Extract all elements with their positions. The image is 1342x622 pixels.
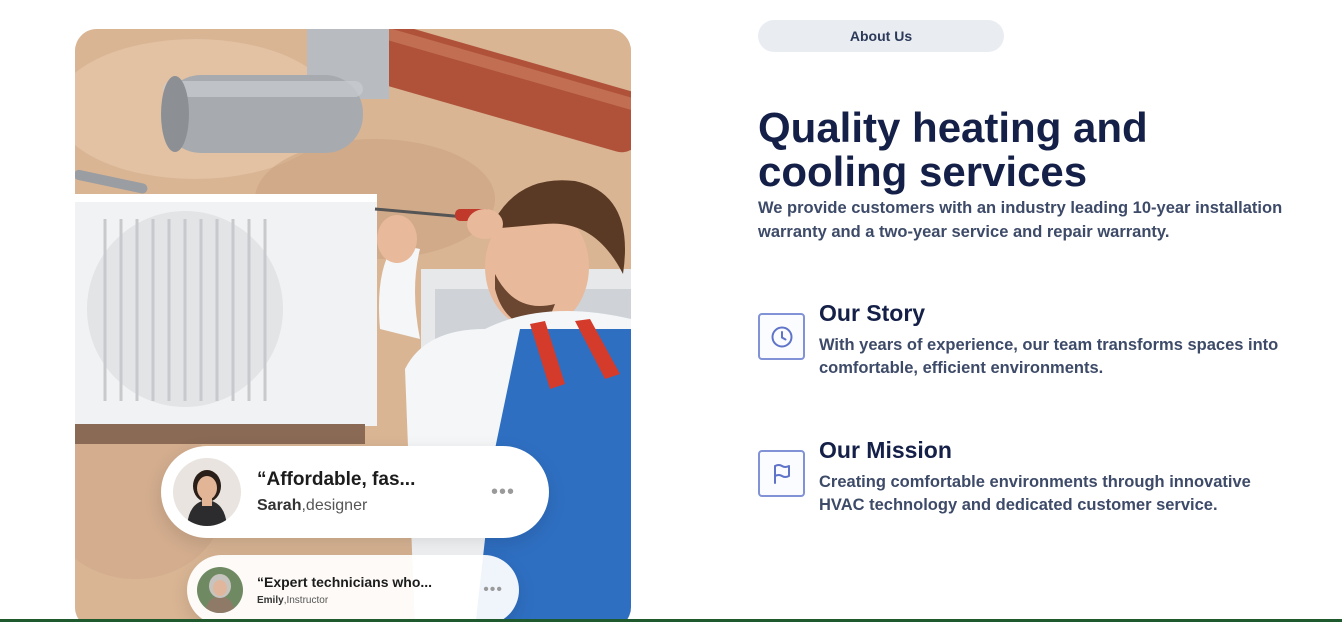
sarah-avatar-illustration	[173, 458, 241, 526]
flag-icon	[758, 450, 805, 497]
testimonial-quote: “Affordable, fas...	[257, 469, 416, 490]
about-us-badge: About Us	[758, 20, 1004, 52]
avatar	[173, 458, 241, 526]
feature-title: Our Mission	[819, 437, 952, 463]
testimonial-author: Sarah,designer	[257, 497, 368, 514]
more-options-icon[interactable]: •••	[483, 581, 503, 599]
testimonial-quote: “Expert technicians who...	[257, 574, 433, 590]
intro-description: We provide customers with an industry le…	[758, 199, 1283, 241]
testimonial-author: Emily,Instructor	[257, 595, 329, 606]
more-options-icon[interactable]: •••	[491, 481, 515, 504]
feature-description: With years of experience, our team trans…	[819, 336, 1279, 377]
testimonial-card-emily[interactable]: “Expert technicians who... Emily,Instruc…	[187, 555, 519, 622]
feature-description: Creating comfortable environments throug…	[819, 473, 1251, 514]
testimonial-card-sarah[interactable]: “Affordable, fas... Sarah,designer •••	[161, 446, 549, 538]
clock-icon	[758, 313, 805, 360]
avatar	[197, 567, 243, 613]
feature-title: Our Story	[819, 300, 926, 326]
page-title: Quality heating and cooling services	[758, 104, 1148, 195]
emily-avatar-illustration	[197, 567, 243, 613]
